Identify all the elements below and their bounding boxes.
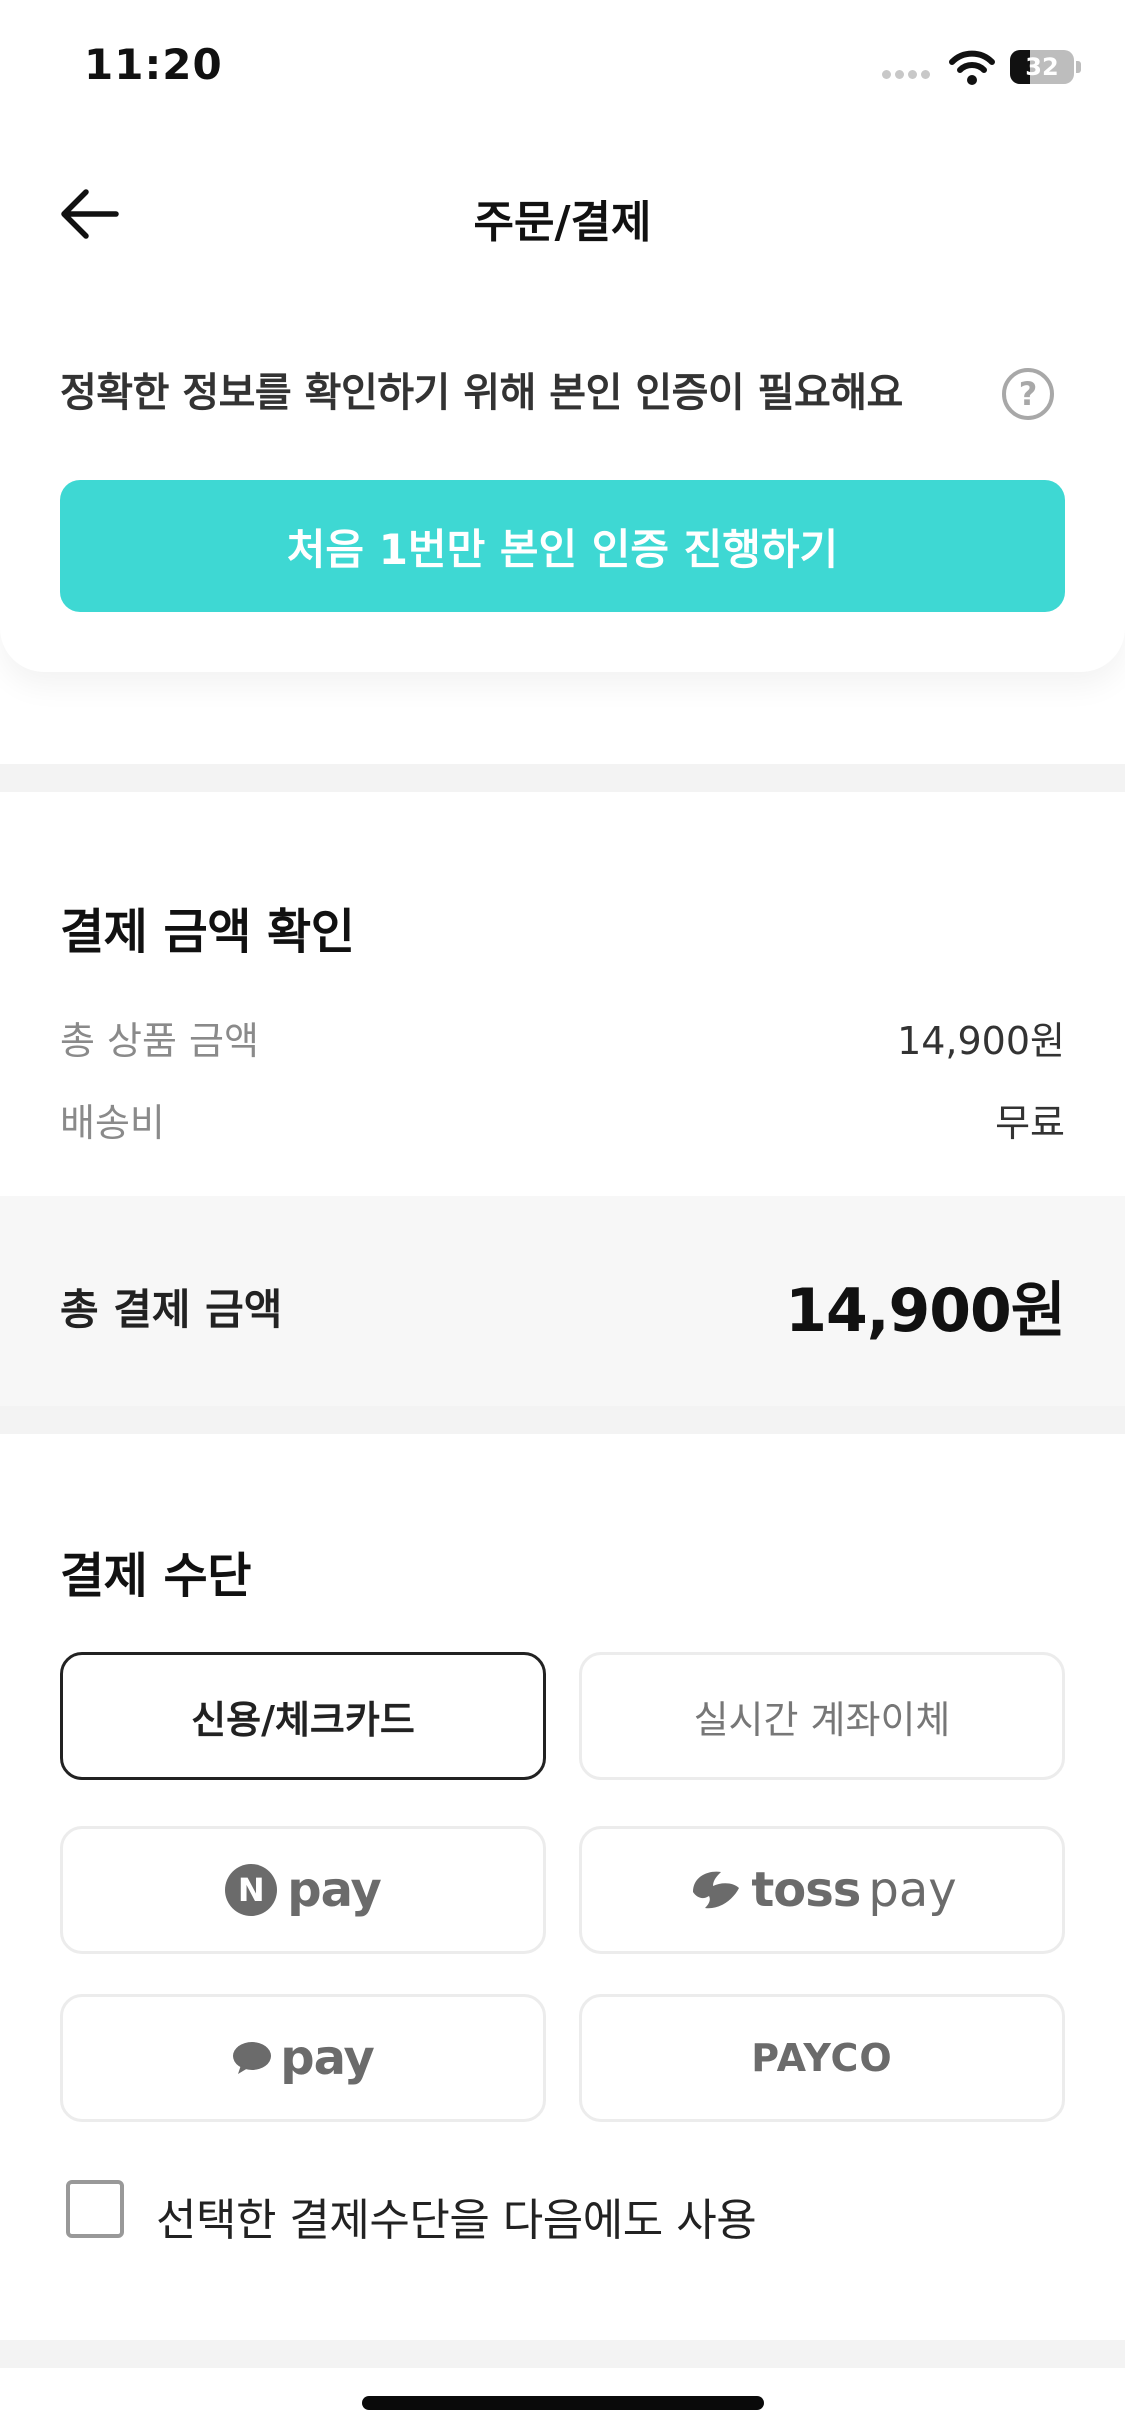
identity-verification-button[interactable]: 처음 1번만 본인 인증 진행하기 bbox=[60, 480, 1065, 612]
battery-icon: 32 bbox=[1010, 50, 1074, 84]
toss-label: toss bbox=[751, 1862, 861, 1918]
naver-pay-label: pay bbox=[287, 1862, 382, 1918]
total-label: 총 결제 금액 bbox=[60, 1285, 283, 1334]
subtotal-label: 총 상품 금액 bbox=[60, 1019, 259, 1063]
payment-methods-title: 결제 수단 bbox=[60, 1548, 251, 1604]
toss-pay-option[interactable]: toss pay bbox=[579, 1826, 1065, 1954]
section-divider bbox=[0, 764, 1125, 792]
credit-card-label: 신용/체크카드 bbox=[191, 1697, 415, 1742]
shipping-value: 무료 bbox=[995, 1101, 1065, 1145]
toss-pay-suffix: pay bbox=[868, 1862, 957, 1918]
remember-payment-label[interactable]: 선택한 결제수단을 다음에도 사용 bbox=[156, 2184, 757, 2248]
total-value: 14,900원 bbox=[785, 1276, 1066, 1346]
kakao-pay-label: pay bbox=[280, 2030, 375, 2086]
payco-option[interactable]: PAYCO bbox=[579, 1994, 1065, 2122]
help-icon[interactable]: ? bbox=[1002, 368, 1054, 420]
bank-transfer-label: 실시간 계좌이체 bbox=[693, 1697, 951, 1742]
payco-label: PAYCO bbox=[751, 2036, 893, 2080]
speech-bubble-icon bbox=[233, 2042, 272, 2074]
remember-payment-checkbox[interactable] bbox=[66, 2180, 124, 2238]
toss-logo-icon bbox=[693, 1871, 740, 1909]
battery-level: 32 bbox=[1025, 53, 1059, 81]
shipping-label: 배송비 bbox=[60, 1101, 165, 1145]
battery-cap bbox=[1076, 61, 1081, 73]
naver-pay-option[interactable]: N pay bbox=[60, 1826, 546, 1954]
naver-n-icon: N bbox=[225, 1864, 278, 1916]
section-divider bbox=[0, 2340, 1125, 2368]
status-time: 11:20 bbox=[84, 40, 223, 89]
wifi-icon bbox=[949, 50, 995, 85]
bank-transfer-option[interactable]: 실시간 계좌이체 bbox=[579, 1652, 1065, 1780]
home-indicator bbox=[362, 2396, 764, 2410]
payment-summary-title: 결제 금액 확인 bbox=[60, 904, 355, 960]
credit-card-option[interactable]: 신용/체크카드 bbox=[60, 1652, 546, 1780]
section-divider bbox=[0, 1406, 1125, 1434]
verification-message: 정확한 정보를 확인하기 위해 본인 인증이 필요해요 bbox=[60, 370, 903, 416]
subtotal-value: 14,900원 bbox=[897, 1019, 1065, 1063]
cellular-signal-icon bbox=[882, 70, 932, 82]
kakao-pay-option[interactable]: pay bbox=[60, 1994, 546, 2122]
page-title: 주문/결제 bbox=[473, 197, 652, 248]
